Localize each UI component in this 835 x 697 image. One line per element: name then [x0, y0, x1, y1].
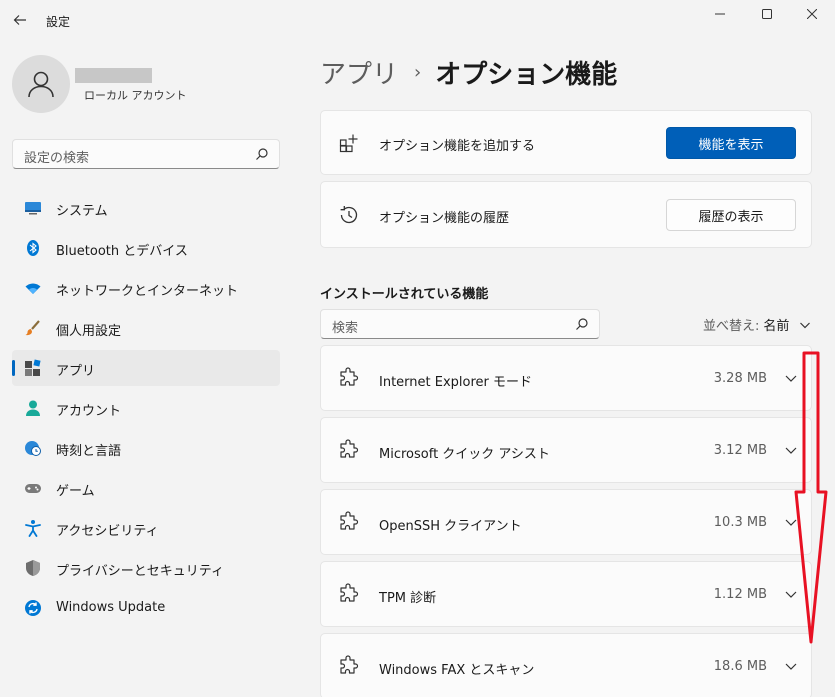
account-icon: [24, 399, 42, 417]
system-icon: [24, 199, 42, 217]
puzzle-icon: [340, 439, 359, 458]
feature-size: 3.12 MB: [713, 443, 767, 458]
sidebar-item-label: システム: [56, 204, 108, 219]
view-features-button[interactable]: 機能を表示: [666, 127, 796, 159]
sidebar-item-label: プライバシーとセキュリティ: [56, 564, 224, 579]
add-feature-label: オプション機能を追加する: [379, 139, 536, 154]
chevron-down-icon[interactable]: [783, 514, 799, 530]
sidebar-item-apps[interactable]: アプリ: [12, 350, 280, 386]
settings-search-input[interactable]: 設定の検索: [12, 139, 280, 169]
bluetooth-icon: [24, 239, 42, 257]
chevron-down-icon: [800, 322, 811, 328]
sidebar-item-windows-update[interactable]: Windows Update: [12, 590, 280, 626]
installed-search-placeholder: 検索: [332, 321, 359, 336]
feature-size: 10.3 MB: [713, 515, 767, 530]
apps-icon: [24, 359, 42, 377]
breadcrumb: アプリ › オプション機能: [320, 54, 618, 91]
settings-search-placeholder: 設定の検索: [24, 151, 90, 166]
sort-dropdown[interactable]: 並べ替え: 名前: [703, 315, 811, 334]
sidebar-item-label: ゲーム: [56, 484, 95, 499]
chevron-down-icon[interactable]: [783, 586, 799, 602]
sidebar-item-network[interactable]: ネットワークとインターネット: [12, 270, 280, 306]
puzzle-icon: [340, 511, 359, 530]
sidebar-item-personalization[interactable]: 個人用設定: [12, 310, 280, 346]
maximize-button[interactable]: [744, 0, 790, 28]
chevron-down-icon[interactable]: [783, 658, 799, 674]
page-title: オプション機能: [435, 59, 618, 90]
gamepad-icon: [24, 479, 42, 497]
puzzle-icon: [340, 367, 359, 386]
maximize-icon: [762, 9, 772, 19]
sidebar-item-privacy-security[interactable]: プライバシーとセキュリティ: [12, 550, 280, 586]
feature-row-openssh-client[interactable]: OpenSSH クライアント 10.3 MB: [320, 489, 812, 555]
sidebar-item-label: ネットワークとインターネット: [56, 284, 239, 299]
feature-size: 18.6 MB: [713, 659, 767, 674]
sidebar-item-accounts[interactable]: アカウント: [12, 390, 280, 426]
installed-features-heading: インストールされている機能: [320, 287, 489, 302]
minimize-icon: [715, 13, 725, 15]
account-type-label: ローカル アカウント: [84, 89, 187, 102]
user-icon: [28, 71, 54, 98]
sidebar-item-label: アクセシビリティ: [56, 524, 159, 539]
sidebar-item-label: 時刻と言語: [56, 444, 122, 459]
breadcrumb-parent-link[interactable]: アプリ: [320, 54, 398, 91]
breadcrumb-separator: ›: [414, 61, 422, 83]
sidebar-item-bluetooth[interactable]: Bluetooth とデバイス: [12, 230, 280, 266]
avatar[interactable]: [12, 55, 70, 113]
feature-row-internet-explorer[interactable]: Internet Explorer モード 3.28 MB: [320, 345, 812, 411]
sidebar-item-label: アカウント: [56, 404, 122, 419]
title-bar: 設定: [0, 0, 835, 44]
sidebar-item-accessibility[interactable]: アクセシビリティ: [12, 510, 280, 546]
shield-icon: [24, 559, 42, 577]
search-icon: [256, 148, 268, 160]
sidebar-nav: システム Bluetooth とデバイス ネットワークとインターネット 個人用設…: [12, 190, 280, 630]
chevron-down-icon[interactable]: [783, 442, 799, 458]
search-icon: [576, 318, 588, 330]
sort-value: 名前: [763, 319, 790, 334]
window-title: 設定: [46, 15, 71, 29]
feature-name: OpenSSH クライアント: [379, 519, 522, 534]
brush-icon: [24, 319, 42, 337]
sidebar-item-label: Windows Update: [56, 600, 166, 615]
back-button[interactable]: [8, 8, 32, 32]
feature-size: 1.12 MB: [713, 587, 767, 602]
wifi-icon: [24, 279, 42, 297]
feature-name: Microsoft クイック アシスト: [379, 447, 550, 462]
history-icon: [338, 204, 360, 226]
feature-row-quick-assist[interactable]: Microsoft クイック アシスト 3.12 MB: [320, 417, 812, 483]
accessibility-icon: [24, 519, 42, 537]
globe-clock-icon: [24, 439, 42, 457]
sidebar-item-label: Bluetooth とデバイス: [56, 244, 188, 259]
sidebar-item-label: アプリ: [56, 364, 96, 379]
sidebar-item-gaming[interactable]: ゲーム: [12, 470, 280, 506]
sidebar-item-system[interactable]: システム: [12, 190, 280, 226]
puzzle-icon: [340, 655, 359, 674]
redacted-user-name: [75, 68, 152, 83]
update-icon: [24, 599, 42, 617]
sidebar-item-time-language[interactable]: 時刻と言語: [12, 430, 280, 466]
close-icon: [807, 9, 817, 19]
chevron-down-icon[interactable]: [783, 370, 799, 386]
feature-size: 3.28 MB: [713, 371, 767, 386]
add-feature-card: オプション機能を追加する 機能を表示: [320, 110, 812, 175]
back-arrow-icon: [13, 15, 26, 25]
feature-name: Windows FAX とスキャン: [379, 663, 535, 678]
feature-history-label: オプション機能の履歴: [379, 211, 510, 226]
feature-row-windows-fax-scan[interactable]: Windows FAX とスキャン 18.6 MB: [320, 633, 812, 697]
puzzle-icon: [340, 583, 359, 602]
sort-label: 並べ替え:: [703, 319, 760, 334]
installed-search-input[interactable]: 検索: [320, 309, 600, 339]
close-button[interactable]: [789, 0, 835, 28]
view-history-button[interactable]: 履歴の表示: [666, 199, 796, 231]
add-apps-icon: [338, 132, 360, 154]
feature-name: TPM 診断: [379, 591, 437, 606]
minimize-button[interactable]: [697, 0, 743, 28]
sidebar-item-label: 個人用設定: [56, 324, 122, 339]
feature-history-card: オプション機能の履歴 履歴の表示: [320, 181, 812, 248]
feature-row-tpm-diagnostics[interactable]: TPM 診断 1.12 MB: [320, 561, 812, 627]
feature-name: Internet Explorer モード: [379, 375, 533, 390]
